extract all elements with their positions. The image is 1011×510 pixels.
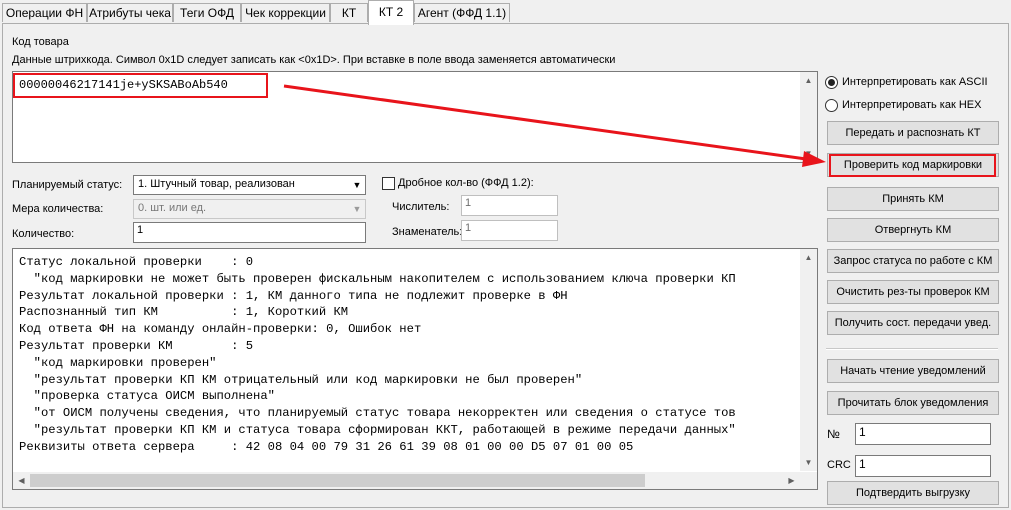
fractional-checkbox[interactable]	[382, 177, 395, 190]
scroll-down-icon[interactable]: ▼	[800, 145, 817, 162]
crc-label: CRC	[827, 459, 851, 471]
result-line: Результат проверки КМ : 5	[19, 338, 254, 353]
tab-bar: Операции ФН Атрибуты чека Теги ОФД Чек к…	[0, 0, 1011, 25]
result-text: Статус локальной проверки : 0 "код марки…	[19, 254, 801, 456]
result-line: "от ОИСМ получены сведения, что планируе…	[19, 406, 736, 421]
send-parse-button[interactable]: Передать и распознать КТ	[827, 121, 999, 145]
read-block-button[interactable]: Прочитать блок уведомления	[827, 391, 999, 415]
scroll-up-icon[interactable]: ▲	[800, 72, 817, 89]
status-select-value: 1. Штучный товар, реализован	[138, 178, 295, 190]
start-read-button[interactable]: Начать чтение уведомлений	[827, 359, 999, 383]
scroll-down-icon[interactable]: ▼	[800, 454, 817, 471]
result-line: Статус локальной проверки : 0	[19, 255, 254, 269]
result-line: Реквизиты ответа сервера : 42 08 04 00 7…	[19, 439, 634, 454]
status-label: Планируемый статус:	[12, 179, 123, 191]
scroll-corner	[800, 472, 817, 489]
result-line: "результат проверки КП КМ и статуса това…	[19, 422, 736, 437]
qty-label: Количество:	[12, 228, 75, 240]
code-title: Код товара	[12, 36, 69, 48]
numerator-field: 1	[461, 195, 558, 216]
get-transfer-status-button[interactable]: Получить сост. передачи увед.	[827, 311, 999, 335]
denominator-label: Знаменатель:	[392, 226, 463, 238]
status-select[interactable]: 1. Штучный товар, реализован ▼	[133, 175, 366, 195]
result-textarea[interactable]: Статус локальной проверки : 0 "код марки…	[12, 248, 818, 490]
result-h-scrollbar[interactable]: ◀ ▶	[13, 472, 800, 489]
scroll-right-icon[interactable]: ▶	[783, 472, 800, 489]
radio-ascii-label: Интерпретировать как ASCII	[842, 76, 988, 88]
scroll-left-icon[interactable]: ◀	[13, 472, 30, 489]
clear-results-button[interactable]: Очистить рез-ты проверок КМ	[827, 280, 999, 304]
tab-correction-receipt[interactable]: Чек коррекции	[241, 3, 330, 22]
tab-agent[interactable]: Агент (ФФД 1.1)	[414, 3, 510, 22]
code-scrollbar[interactable]: ▲ ▼	[800, 72, 817, 162]
result-line: Результат локальной проверки : 1, КМ дан…	[19, 288, 568, 303]
tab-kt2[interactable]: КТ 2	[368, 0, 414, 25]
tab-kt[interactable]: КТ	[330, 3, 368, 22]
measure-select: 0. шт. или ед. ▼	[133, 199, 366, 219]
code-hint: Данные штрихкода. Символ 0x1D следует за…	[12, 54, 616, 66]
result-line: "код маркировки проверен"	[19, 355, 217, 370]
check-code-highlight	[829, 154, 996, 177]
accept-km-button[interactable]: Принять КМ	[827, 187, 999, 211]
qty-field[interactable]: 1	[133, 222, 366, 243]
tab-fn-operations[interactable]: Операции ФН	[2, 3, 87, 22]
result-line: "код маркировки не может быть проверен ф…	[19, 271, 736, 286]
measure-select-value: 0. шт. или ед.	[138, 202, 207, 214]
denominator-field: 1	[461, 220, 558, 241]
code-highlight-box	[13, 73, 268, 98]
radio-hex-label: Интерпретировать как HEX	[842, 99, 982, 111]
scroll-up-icon[interactable]: ▲	[800, 249, 817, 266]
scroll-thumb[interactable]	[30, 474, 645, 487]
divider	[826, 348, 998, 350]
result-line: "результат проверки КП КМ отрицательный …	[19, 372, 583, 387]
numerator-label: Числитель:	[392, 201, 450, 213]
status-request-button[interactable]: Запрос статуса по работе с КМ	[827, 249, 999, 273]
reject-km-button[interactable]: Отвергнуть КМ	[827, 218, 999, 242]
confirm-upload-button[interactable]: Подтвердить выгрузку	[827, 481, 999, 505]
result-line: Код ответа ФН на команду онлайн-проверки…	[19, 322, 422, 337]
tab-ofd-tags[interactable]: Теги ОФД	[173, 3, 241, 22]
chevron-down-icon: ▼	[352, 204, 362, 214]
fractional-label: Дробное кол-во (ФФД 1.2):	[398, 177, 534, 189]
measure-label: Мера количества:	[12, 203, 104, 215]
num-label: №	[827, 427, 840, 441]
tab-receipt-attributes[interactable]: Атрибуты чека	[87, 3, 173, 22]
result-line: "проверка статуса ОИСМ выполнена"	[19, 389, 275, 404]
crc-field[interactable]: 1	[855, 455, 991, 477]
result-line: Распознанный тип КМ : 1, Короткий КМ	[19, 305, 349, 320]
result-v-scrollbar[interactable]: ▲ ▼	[800, 249, 817, 471]
num-field[interactable]: 1	[855, 423, 991, 445]
radio-ascii[interactable]	[825, 76, 838, 89]
chevron-down-icon[interactable]: ▼	[349, 176, 365, 194]
radio-hex[interactable]	[825, 99, 838, 112]
